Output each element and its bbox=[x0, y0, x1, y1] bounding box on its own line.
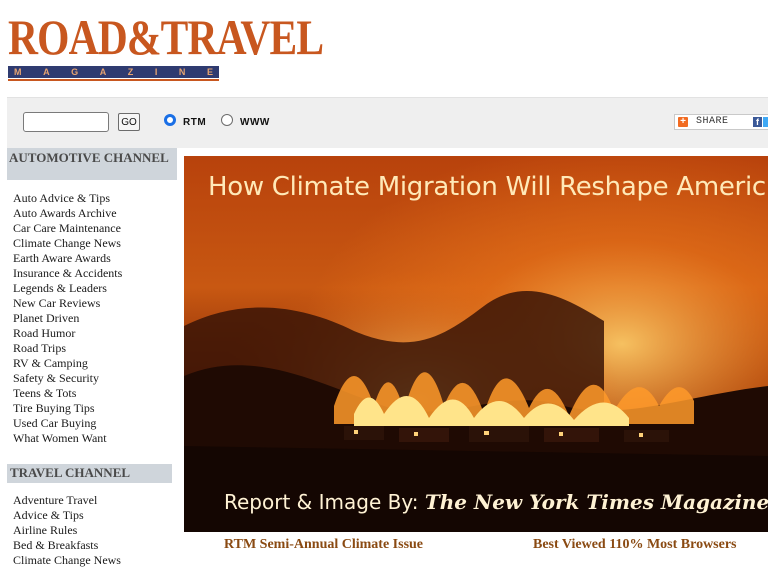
sidebar-item-auto-advice[interactable]: Auto Advice & Tips bbox=[7, 191, 177, 206]
sidebar-item-rv-camping[interactable]: RV & Camping bbox=[7, 356, 177, 371]
logo-letter: N bbox=[178, 67, 186, 77]
site-logo[interactable]: ROAD&TRAVEL M A G A Z I N E bbox=[8, 9, 324, 81]
share-plus-icon: + bbox=[678, 117, 688, 127]
sidebar-item-bed-breakfasts[interactable]: Bed & Breakfasts bbox=[7, 538, 177, 553]
search-toolbar: GO RTM WWW + SHARE f bbox=[7, 97, 768, 148]
sidebar-item-what-women-want[interactable]: What Women Want bbox=[7, 431, 177, 446]
facebook-icon[interactable]: f bbox=[753, 117, 762, 127]
sidebar-item-climate-change-news[interactable]: Climate Change News bbox=[7, 236, 177, 251]
sidebar-nav: AUTOMOTIVE CHANNEL Auto Advice & Tips Au… bbox=[7, 148, 177, 568]
logo-letter: Z bbox=[127, 67, 134, 77]
radio-rtm[interactable] bbox=[164, 114, 176, 126]
logo-letter: G bbox=[71, 67, 79, 77]
travel-channel-heading: TRAVEL CHANNEL bbox=[7, 464, 172, 483]
wildfire-illustration bbox=[184, 156, 768, 532]
radio-rtm-label[interactable]: RTM bbox=[183, 117, 206, 128]
logo-letter: E bbox=[206, 67, 213, 77]
automotive-channel-heading: AUTOMOTIVE CHANNEL bbox=[7, 148, 177, 180]
sidebar-item-auto-awards-archive[interactable]: Auto Awards Archive bbox=[7, 206, 177, 221]
logo-letter: A bbox=[99, 67, 107, 77]
travel-nav-list: Adventure Travel Advice & Tips Airline R… bbox=[7, 493, 177, 568]
sidebar-item-safety-security[interactable]: Safety & Security bbox=[7, 371, 177, 386]
search-input[interactable] bbox=[23, 112, 109, 132]
sidebar-item-planet-driven[interactable]: Planet Driven bbox=[7, 311, 177, 326]
share-button[interactable]: + SHARE f bbox=[674, 114, 768, 130]
logo-letter: M bbox=[14, 67, 22, 77]
automotive-nav-list: Auto Advice & Tips Auto Awards Archive C… bbox=[7, 191, 177, 446]
issue-caption[interactable]: RTM Semi-Annual Climate Issue bbox=[224, 537, 423, 553]
sidebar-item-earth-aware-awards[interactable]: Earth Aware Awards bbox=[7, 251, 177, 266]
logo-letter: I bbox=[154, 67, 158, 77]
sidebar-item-adventure-travel[interactable]: Adventure Travel bbox=[7, 493, 177, 508]
sidebar-item-airline-rules[interactable]: Airline Rules bbox=[7, 523, 177, 538]
hero-feature-image[interactable]: How Climate Migration Will Reshape Ameri… bbox=[184, 156, 768, 532]
sidebar-item-road-trips[interactable]: Road Trips bbox=[7, 341, 177, 356]
credit-prefix: Report & Image By: bbox=[224, 490, 425, 514]
radio-www-label[interactable]: WWW bbox=[240, 117, 270, 128]
sidebar-item-advice-tips[interactable]: Advice & Tips bbox=[7, 508, 177, 523]
sidebar-item-legends[interactable]: Legends & Leaders bbox=[7, 281, 177, 296]
hero-credit: Report & Image By: The New York Times Ma… bbox=[224, 490, 768, 514]
logo-letter: A bbox=[43, 67, 50, 77]
hero-headline: How Climate Migration Will Reshape Ameri… bbox=[208, 172, 766, 202]
logo-wordmark: ROAD&TRAVEL bbox=[8, 9, 324, 65]
radio-www[interactable] bbox=[221, 114, 233, 126]
go-button[interactable]: GO bbox=[118, 113, 140, 131]
sidebar-item-used-car-buying[interactable]: Used Car Buying bbox=[7, 416, 177, 431]
sidebar-item-teens-tots[interactable]: Teens & Tots bbox=[7, 386, 177, 401]
share-label: SHARE bbox=[696, 116, 729, 127]
sidebar-item-car-care[interactable]: Car Care Maintenance bbox=[7, 221, 177, 236]
sidebar-item-new-car-reviews[interactable]: New Car Reviews bbox=[7, 296, 177, 311]
twitter-icon[interactable] bbox=[763, 117, 768, 127]
browser-note-caption: Best Viewed 110% Most Browsers bbox=[533, 537, 737, 552]
sidebar-item-road-humor[interactable]: Road Humor bbox=[7, 326, 177, 341]
credit-source: The New York Times Magazine bbox=[424, 490, 768, 514]
logo-magazine-bar: M A G A Z I N E bbox=[8, 66, 219, 81]
sidebar-item-insurance[interactable]: Insurance & Accidents bbox=[7, 266, 177, 281]
sidebar-item-tire-buying[interactable]: Tire Buying Tips bbox=[7, 401, 177, 416]
